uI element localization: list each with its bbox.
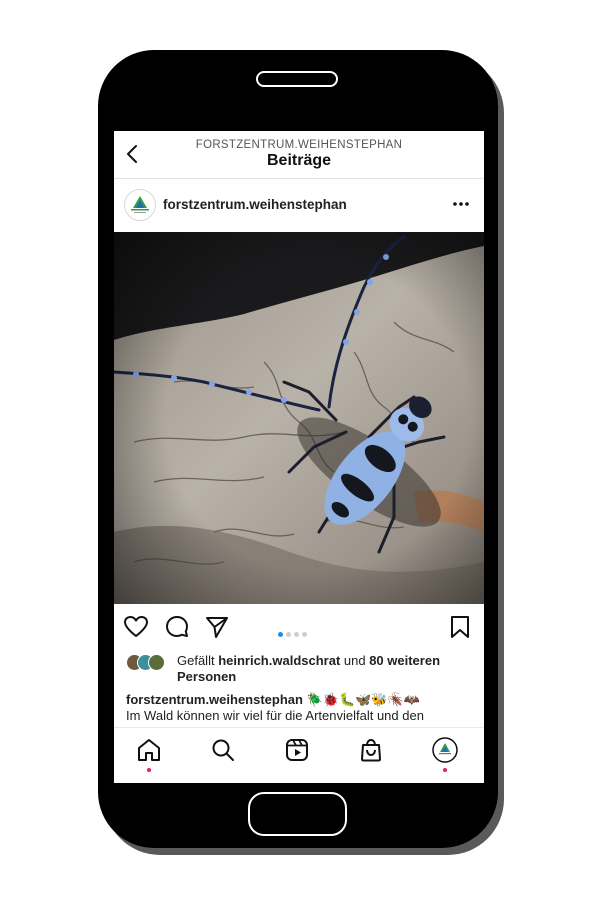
carousel-dot	[294, 632, 299, 637]
reels-icon[interactable]	[284, 737, 310, 763]
account-name: FORSTZENTRUM.WEIHENSTEPHAN	[195, 139, 403, 151]
shop-icon[interactable]	[358, 737, 384, 763]
caption-text: Im Wald können wir viel für die Artenvie…	[126, 708, 424, 723]
likes-prefix: Gefällt	[177, 653, 219, 668]
post-caption: forstzentrum.weihenstephan 🪲🐞🐛🦋🐝🪳🦇 Im Wa…	[126, 692, 476, 724]
post-header: forstzentrum.weihenstephan	[114, 179, 484, 231]
caption-emojis: 🪲🐞🐛🦋🐝🪳🦇	[302, 692, 420, 707]
profile-notification-dot	[443, 768, 447, 772]
phone-home-button[interactable]	[248, 792, 347, 836]
comment-icon[interactable]	[164, 614, 190, 640]
post-username[interactable]: forstzentrum.weihenstephan	[163, 197, 347, 212]
likes-text[interactable]: Gefällt heinrich.waldschrat und 80 weite…	[177, 653, 477, 685]
carousel-dot	[286, 632, 291, 637]
liker-username[interactable]: heinrich.waldschrat	[218, 653, 340, 668]
post-image[interactable]	[114, 232, 484, 604]
page-title: Beiträge	[266, 152, 332, 169]
liker-avatars[interactable]	[126, 654, 174, 671]
forstzentrum-logo	[131, 196, 149, 213]
likes-row: Gefällt heinrich.waldschrat und 80 weite…	[126, 650, 476, 686]
heart-icon[interactable]	[123, 614, 149, 640]
beetle-photo	[114, 232, 484, 604]
top-bar: FORSTZENTRUM.WEIHENSTEPHAN Beiträge	[114, 131, 484, 179]
post-actions	[114, 604, 484, 648]
liker-avatar	[148, 654, 165, 671]
avatar[interactable]	[124, 189, 156, 221]
search-icon[interactable]	[210, 737, 236, 763]
profile-icon[interactable]	[432, 737, 458, 763]
share-icon[interactable]	[204, 614, 230, 640]
three-dots-icon[interactable]	[449, 195, 473, 213]
likes-connector: und	[340, 653, 370, 668]
carousel-dot	[302, 632, 307, 637]
phone-speaker	[256, 71, 338, 87]
bookmark-icon[interactable]	[447, 614, 473, 640]
bottom-nav	[114, 727, 484, 783]
caption-username[interactable]: forstzentrum.weihenstephan	[126, 692, 303, 707]
home-notification-dot	[147, 768, 151, 772]
carousel-indicator	[278, 624, 310, 637]
carousel-dot-active	[278, 632, 283, 637]
phone-screen: FORSTZENTRUM.WEIHENSTEPHAN Beiträge fors…	[114, 131, 484, 783]
home-icon[interactable]	[136, 737, 162, 763]
